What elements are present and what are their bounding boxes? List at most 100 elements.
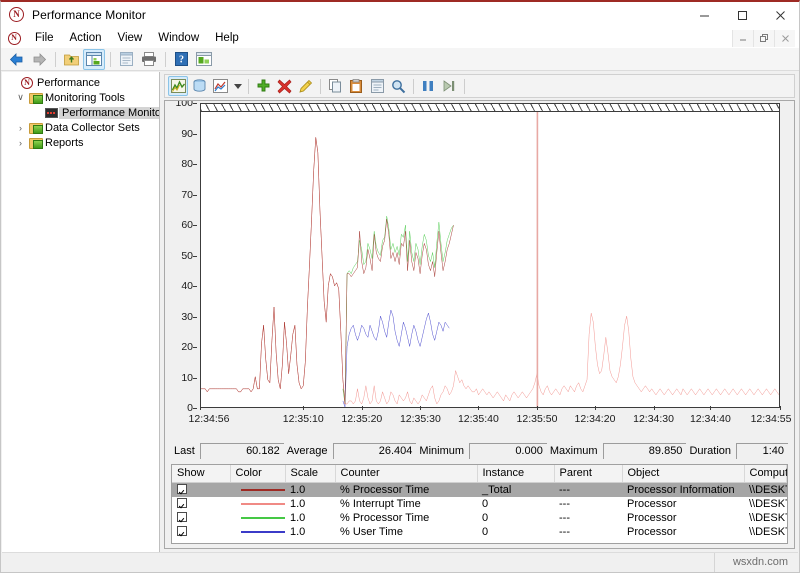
chevron-right-icon[interactable]: › <box>14 123 27 133</box>
highlight-icon[interactable] <box>295 76 315 96</box>
counter-legend[interactable]: Show Color Scale Counter Instance Parent… <box>171 464 788 544</box>
instance-cell: _Total <box>477 482 554 497</box>
plot-wrapper: 0102030405060708090100 12:34:5612:35:101… <box>165 103 794 453</box>
show-checkbox-cell[interactable] <box>172 525 230 539</box>
view-log-data-icon[interactable] <box>189 76 209 96</box>
properties-icon[interactable] <box>367 76 387 96</box>
window-title: Performance Monitor <box>32 8 146 22</box>
show-checkbox-cell[interactable] <box>172 511 230 525</box>
menu-window[interactable]: Window <box>150 30 207 46</box>
counter-name-cell: % Processor Time <box>335 482 477 497</box>
mdi-close-button[interactable] <box>774 30 795 47</box>
chevron-down-icon[interactable] <box>231 76 244 96</box>
x-tick-label: 12:34:40 <box>690 413 731 425</box>
show-checkbox[interactable] <box>177 498 187 508</box>
parent-cell: --- <box>554 511 622 525</box>
x-tick-mark <box>478 406 479 410</box>
toolbar-separator <box>320 79 321 94</box>
delete-counter-icon[interactable] <box>274 76 294 96</box>
menu-help[interactable]: Help <box>207 30 247 46</box>
forward-icon[interactable] <box>28 49 50 70</box>
table-row[interactable]: 1.0% Interrupt Time0---Processor\\DESKTO… <box>172 497 787 511</box>
sidebar-item-data-collector-sets[interactable]: › Data Collector Sets <box>2 120 159 135</box>
x-tick-label: 12:35:50 <box>517 413 558 425</box>
table-row[interactable]: 1.0% Processor Time_Total---Processor In… <box>172 482 787 497</box>
print-icon[interactable] <box>138 49 160 70</box>
graph-frame: 0102030405060708090100 12:34:5612:35:101… <box>164 100 795 549</box>
minimize-button[interactable] <box>685 2 723 28</box>
parent-cell: --- <box>554 497 622 511</box>
computer-cell: \\DESKTOP-2IDTCJG <box>744 525 787 539</box>
menu-action[interactable]: Action <box>62 30 110 46</box>
y-tick-label: 70 <box>181 189 193 201</box>
mdi-restore-button[interactable] <box>753 30 774 47</box>
view-current-activity-icon[interactable] <box>168 76 188 96</box>
column-header-show[interactable]: Show <box>172 465 230 482</box>
freeze-display-icon[interactable] <box>418 76 438 96</box>
column-header-counter[interactable]: Counter <box>335 465 477 482</box>
sidebar-item-monitoring-tools[interactable]: ∨ Monitoring Tools <box>2 90 159 105</box>
show-checkbox[interactable] <box>177 484 187 494</box>
maximize-button[interactable] <box>723 2 761 28</box>
x-tick-mark <box>780 406 781 410</box>
chevron-right-icon[interactable]: › <box>14 138 27 148</box>
x-tick-label: 12:35:40 <box>458 413 499 425</box>
zoom-icon[interactable] <box>388 76 408 96</box>
paste-counter-list-icon[interactable] <box>346 76 366 96</box>
column-header-computer[interactable]: Computer <box>744 465 787 482</box>
x-tick-label: 12:35:20 <box>341 413 382 425</box>
menu-view[interactable]: View <box>110 30 151 46</box>
chart-series-line <box>343 216 454 404</box>
show-checkbox[interactable] <box>177 512 187 522</box>
table-row[interactable]: 1.0% User Time0---Processor\\DESKTOP-2ID… <box>172 525 787 539</box>
new-window-icon[interactable] <box>193 49 215 70</box>
column-header-parent[interactable]: Parent <box>554 465 622 482</box>
add-counter-icon[interactable] <box>253 76 273 96</box>
update-data-icon[interactable] <box>439 76 459 96</box>
y-tick-mark <box>193 378 197 379</box>
y-tick-mark <box>193 317 197 318</box>
y-tick-mark <box>193 164 197 165</box>
y-tick-mark <box>193 225 197 226</box>
x-tick-mark <box>200 406 201 410</box>
help-icon[interactable]: ? <box>170 49 192 70</box>
back-icon[interactable] <box>5 49 27 70</box>
y-axis: 0102030405060708090100 <box>165 103 197 418</box>
chart-plot-area[interactable] <box>200 103 780 408</box>
sidebar-item-performance-monitor[interactable]: Performance Monitor <box>2 105 159 120</box>
app-icon: N <box>9 7 25 23</box>
show-checkbox-cell[interactable] <box>172 497 230 511</box>
chart-series-line <box>201 137 779 404</box>
column-header-object[interactable]: Object <box>622 465 744 482</box>
properties-icon[interactable] <box>115 49 137 70</box>
column-header-instance[interactable]: Instance <box>477 465 554 482</box>
column-header-color[interactable]: Color <box>230 465 285 482</box>
watermark-text: wsxdn.com <box>714 553 798 572</box>
x-tick-mark <box>654 406 655 410</box>
show-hide-console-tree-icon[interactable] <box>83 49 105 70</box>
column-header-scale[interactable]: Scale <box>285 465 335 482</box>
instance-cell: 0 <box>477 511 554 525</box>
stat-value-maximum: 89.850 <box>603 443 687 459</box>
chevron-down-icon[interactable]: ∨ <box>14 92 27 103</box>
table-row[interactable]: 1.0% Processor Time0---Processor\\DESKTO… <box>172 511 787 525</box>
stat-value-last: 60.182 <box>200 443 284 459</box>
up-folder-icon[interactable] <box>60 49 82 70</box>
copy-properties-icon[interactable] <box>325 76 345 96</box>
mdi-minimize-button[interactable] <box>732 30 753 47</box>
console-tree[interactable]: N Performance ∨ Monitoring Tools Perform… <box>2 72 160 552</box>
sidebar-item-label: Reports <box>43 137 84 149</box>
x-tick-mark <box>303 406 304 410</box>
graph-toolbar <box>164 74 795 98</box>
tree-root-performance[interactable]: N Performance <box>2 75 159 90</box>
scale-cell: 1.0 <box>285 511 335 525</box>
show-checkbox[interactable] <box>177 526 187 536</box>
close-button[interactable] <box>761 2 799 28</box>
show-checkbox-cell[interactable] <box>172 482 230 497</box>
computer-cell: \\DESKTOP-2IDTCJG <box>744 497 787 511</box>
sidebar-item-reports[interactable]: › Reports <box>2 135 159 150</box>
sidebar-item-label: Performance Monitor <box>59 107 160 119</box>
menu-file[interactable]: File <box>27 30 62 46</box>
change-graph-type-icon[interactable] <box>210 76 230 96</box>
mdi-child-controls <box>732 28 799 48</box>
